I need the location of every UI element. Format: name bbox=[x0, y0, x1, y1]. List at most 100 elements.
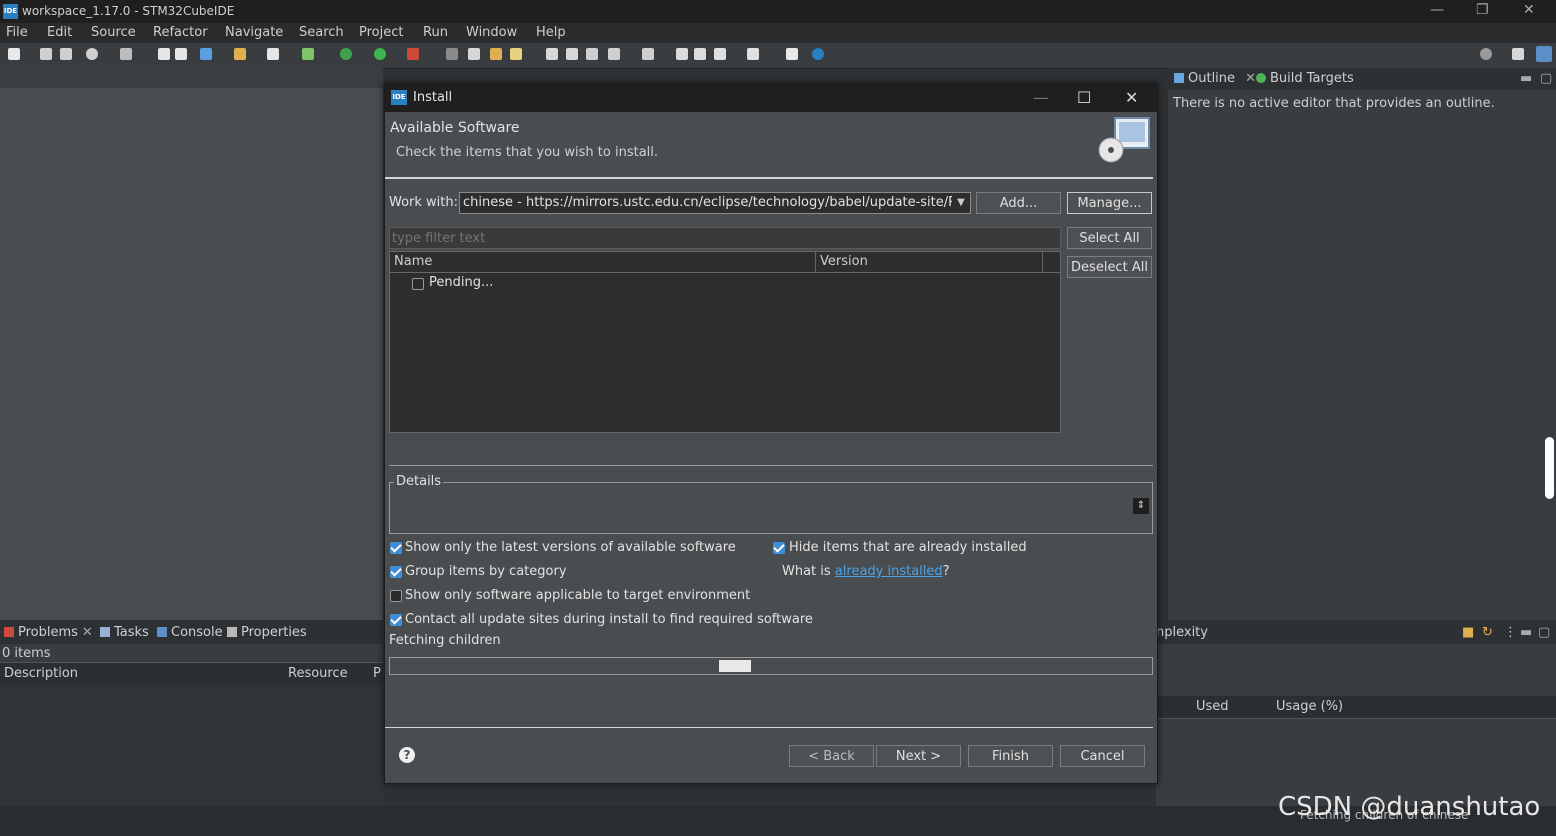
select-all-button[interactable]: Select All bbox=[1067, 227, 1152, 249]
column-used[interactable]: Used bbox=[1196, 699, 1229, 714]
column-description[interactable]: Description bbox=[4, 666, 78, 681]
block-select-icon[interactable] bbox=[566, 48, 578, 60]
column-usage[interactable]: Usage (%) bbox=[1276, 699, 1343, 714]
search-tool-icon[interactable] bbox=[510, 48, 522, 60]
tab-properties[interactable]: Properties bbox=[227, 625, 307, 640]
build-hammer-icon[interactable] bbox=[120, 48, 132, 60]
refresh-icon[interactable] bbox=[302, 48, 314, 60]
next-button[interactable]: Next > bbox=[876, 745, 961, 767]
tab-problems[interactable]: Problems ✕ bbox=[4, 625, 93, 640]
option-latest-checkbox[interactable] bbox=[390, 542, 402, 554]
forward-icon[interactable] bbox=[747, 48, 759, 60]
annotation-icon[interactable] bbox=[608, 48, 620, 60]
back-icon[interactable] bbox=[714, 48, 726, 60]
pin-editor-icon[interactable] bbox=[786, 48, 798, 60]
open-folder-icon[interactable] bbox=[234, 48, 246, 60]
close-tab-icon[interactable]: ✕ bbox=[82, 625, 93, 640]
menu-file[interactable]: File bbox=[6, 25, 28, 40]
view-menu-icon[interactable]: ⋮ bbox=[1504, 625, 1517, 640]
build-config-icon[interactable] bbox=[86, 48, 98, 60]
close-icon[interactable]: ✕ bbox=[1523, 2, 1535, 18]
tab-complexity[interactable]: nplexity bbox=[1156, 625, 1208, 640]
footer-separator bbox=[385, 727, 1153, 728]
menu-source[interactable]: Source bbox=[91, 25, 136, 40]
already-installed-link[interactable]: already installed bbox=[835, 564, 943, 579]
menu-run[interactable]: Run bbox=[423, 25, 448, 40]
menu-help[interactable]: Help bbox=[536, 25, 566, 40]
menu-search[interactable]: Search bbox=[299, 25, 344, 40]
problems-panel: Problems ✕ Tasks Console Properties 0 ite… bbox=[0, 622, 383, 806]
terminate-icon[interactable] bbox=[446, 48, 458, 60]
help-icon[interactable]: ? bbox=[399, 747, 415, 763]
undo-icon[interactable] bbox=[158, 48, 170, 60]
tab-build-targets[interactable]: Build Targets bbox=[1256, 71, 1354, 86]
external-tools-icon[interactable] bbox=[407, 48, 419, 60]
next-annotation-icon[interactable] bbox=[642, 48, 654, 60]
work-with-value: chinese - https://mirrors.ustc.edu.cn/ec… bbox=[463, 195, 971, 210]
back-button[interactable]: < Back bbox=[789, 745, 874, 767]
dialog-close-icon[interactable]: ✕ bbox=[1125, 88, 1138, 107]
save-icon[interactable] bbox=[40, 48, 52, 60]
toggle-mark-icon[interactable] bbox=[546, 48, 558, 60]
option-applicable-checkbox[interactable] bbox=[390, 590, 402, 602]
analyzer-tool-icon[interactable]: ■ bbox=[1462, 625, 1474, 640]
menu-navigate[interactable]: Navigate bbox=[225, 25, 283, 40]
details-toggle-icon[interactable]: ⇕ bbox=[1133, 498, 1149, 514]
finish-button[interactable]: Finish bbox=[968, 745, 1053, 767]
whitespace-icon[interactable] bbox=[586, 48, 598, 60]
open-type-icon[interactable] bbox=[490, 48, 502, 60]
new-icon[interactable] bbox=[8, 48, 20, 60]
dialog-maximize-icon[interactable]: ☐ bbox=[1077, 88, 1091, 107]
redo-icon[interactable] bbox=[175, 48, 187, 60]
manage-button[interactable]: Manage... bbox=[1067, 192, 1152, 214]
restore-icon[interactable]: ❐ bbox=[1476, 2, 1489, 18]
chevron-down-icon[interactable]: ▼ bbox=[952, 193, 970, 213]
problems-icon bbox=[4, 627, 14, 637]
scroll-handle[interactable] bbox=[1545, 437, 1554, 499]
close-tab-icon[interactable]: ✕ bbox=[1245, 71, 1256, 86]
open-perspective-icon[interactable] bbox=[1512, 48, 1524, 60]
menu-edit[interactable]: Edit bbox=[47, 25, 72, 40]
save-all-icon[interactable] bbox=[60, 48, 72, 60]
search-icon[interactable] bbox=[1480, 48, 1492, 60]
column-version[interactable]: Version bbox=[820, 254, 868, 269]
tab-tasks[interactable]: Tasks bbox=[100, 625, 149, 640]
row-checkbox[interactable] bbox=[412, 278, 424, 290]
column-resource[interactable]: Resource bbox=[288, 666, 348, 681]
analyzer-refresh-icon[interactable]: ↻ bbox=[1482, 625, 1493, 640]
tab-outline[interactable]: Outline ✕ bbox=[1174, 71, 1256, 86]
column-path[interactable]: P bbox=[373, 666, 381, 681]
minimize-icon[interactable]: — bbox=[1430, 2, 1444, 18]
table-row[interactable]: Pending... bbox=[390, 274, 1060, 294]
window-title-bar: IDE workspace_1.17.0 - STM32CubeIDE — ❐ … bbox=[0, 0, 1556, 23]
last-edit-icon[interactable] bbox=[676, 48, 688, 60]
deselect-all-button[interactable]: Deselect All bbox=[1067, 256, 1152, 278]
menu-window[interactable]: Window bbox=[466, 25, 517, 40]
menu-project[interactable]: Project bbox=[359, 25, 403, 40]
column-name[interactable]: Name bbox=[394, 254, 432, 269]
minimize-view-icon[interactable]: ▬ bbox=[1520, 625, 1532, 640]
column-divider bbox=[815, 252, 816, 272]
new-project-icon[interactable] bbox=[200, 48, 212, 60]
cancel-button[interactable]: Cancel bbox=[1060, 745, 1145, 767]
run-icon[interactable] bbox=[374, 48, 386, 60]
maximize-view-icon[interactable]: ▢ bbox=[1538, 625, 1550, 640]
tab-console[interactable]: Console bbox=[157, 625, 223, 640]
option-hide-installed-checkbox[interactable] bbox=[773, 542, 785, 554]
perspective-icon[interactable] bbox=[1536, 46, 1552, 62]
option-contact-checkbox[interactable] bbox=[390, 614, 402, 626]
debug-icon[interactable] bbox=[340, 48, 352, 60]
maximize-view-icon[interactable]: ▢ bbox=[1540, 71, 1552, 86]
work-with-combo[interactable]: chinese - https://mirrors.ustc.edu.cn/ec… bbox=[459, 192, 971, 214]
filter-input[interactable] bbox=[389, 227, 1061, 249]
minimize-view-icon[interactable]: ▬ bbox=[1520, 71, 1532, 86]
menu-refactor[interactable]: Refactor bbox=[153, 25, 208, 40]
dialog-minimize-icon[interactable]: — bbox=[1033, 88, 1049, 107]
progress-label: Fetching children bbox=[389, 633, 501, 648]
option-group-checkbox[interactable] bbox=[390, 566, 402, 578]
info-icon[interactable] bbox=[812, 48, 824, 60]
forward-edit-icon[interactable] bbox=[694, 48, 706, 60]
new-file-icon[interactable] bbox=[267, 48, 279, 60]
add-button[interactable]: Add... bbox=[976, 192, 1061, 214]
connect-icon[interactable] bbox=[468, 48, 480, 60]
